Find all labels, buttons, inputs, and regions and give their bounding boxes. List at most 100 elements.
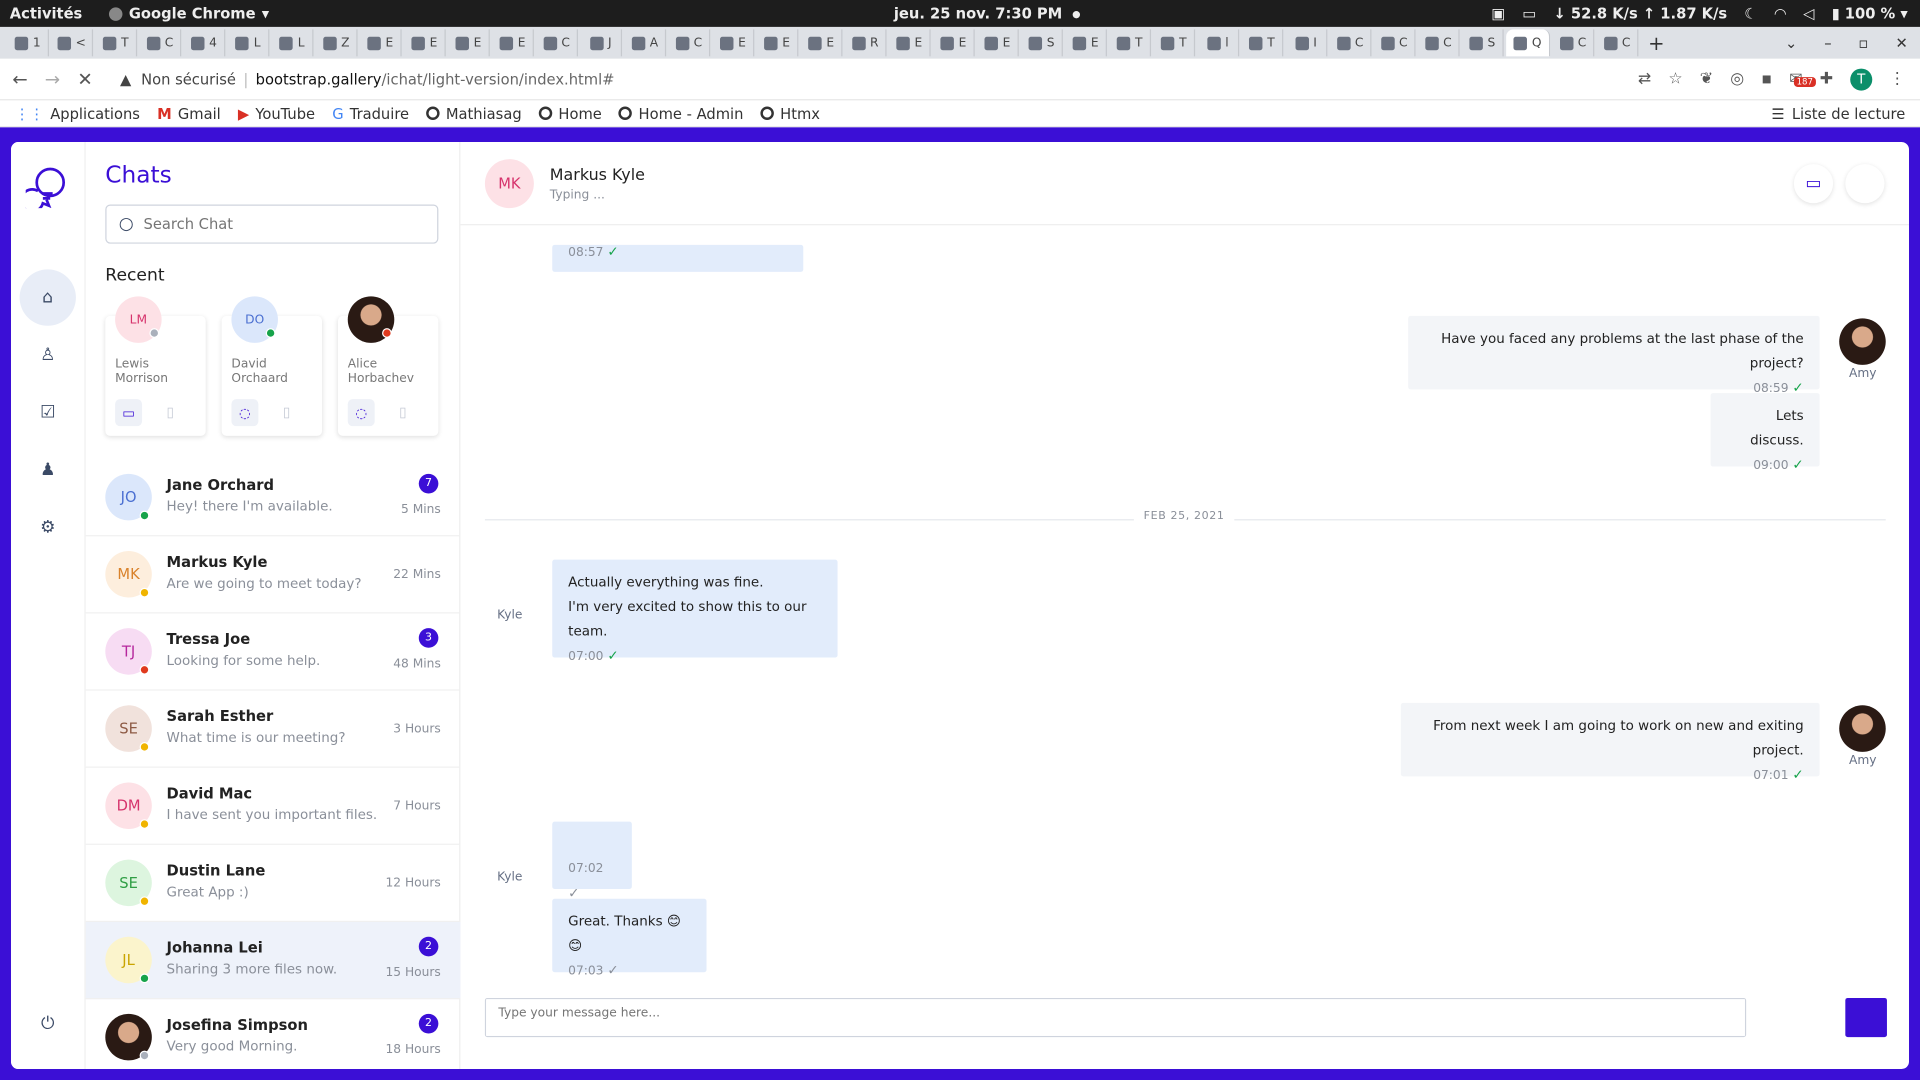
browser-tab[interactable]: C [1553, 29, 1595, 57]
bookmark-gmail[interactable]: M Gmail [157, 105, 221, 122]
search-box[interactable]: ○ [105, 204, 439, 244]
browser-tab[interactable]: < [51, 29, 94, 57]
video-call-button[interactable]: ▭ [115, 399, 143, 427]
extension-icon[interactable]: ▪ [1761, 70, 1772, 88]
browser-tab[interactable]: C [1374, 29, 1416, 57]
browser-tab[interactable]: S [1462, 29, 1504, 57]
bookmark-apps[interactable]: ⋮⋮ Applications [15, 105, 140, 122]
settings-nav-button[interactable]: ⚙ [20, 500, 76, 556]
bookmark-star-icon[interactable]: ☆ [1668, 70, 1682, 88]
tasks-nav-button[interactable]: ☑ [20, 384, 76, 440]
message-button[interactable]: ◌ [347, 399, 375, 427]
browser-tab[interactable]: E [801, 29, 843, 57]
message-input[interactable] [486, 999, 1745, 1036]
recent-card[interactable]: Alice Horbachev ◌ ▯ [337, 296, 439, 436]
puzzle-icon[interactable]: ✚ [1820, 70, 1833, 88]
browser-tab[interactable]: E [492, 29, 534, 57]
search-input[interactable] [143, 215, 413, 233]
browser-tab[interactable]: C [140, 29, 182, 57]
extension-icon[interactable]: ❦ [1700, 70, 1713, 88]
browser-tab[interactable]: E [889, 29, 931, 57]
chat-list-item[interactable]: DM David Mac I have sent you important fil… [85, 768, 461, 845]
bookmark-home-admin[interactable]: Home - Admin [618, 105, 743, 122]
browser-tab[interactable]: A [624, 29, 667, 57]
chat-list-item[interactable]: JL Johanna Lei Sharing 3 more files now. 15… [85, 922, 461, 1000]
chat-list-item[interactable]: Josefina Simpson Very good Morning. 18 Hou… [86, 999, 461, 1069]
browser-tab[interactable]: T [1153, 29, 1196, 57]
chat-list-item[interactable]: MK Markus Kyle Are we going to meet today?… [85, 536, 461, 614]
browser-tab[interactable]: 4 [184, 29, 226, 57]
bookmark-youtube[interactable]: ▶ YouTube [238, 105, 315, 122]
back-button[interactable]: ← [12, 68, 27, 90]
forward-button[interactable]: → [45, 68, 60, 90]
browser-tab[interactable]: T [96, 29, 138, 57]
more-options-button[interactable] [1845, 164, 1884, 203]
translate-icon[interactable]: ⇄ [1638, 70, 1651, 88]
home-nav-button[interactable]: ⌂ [19, 269, 76, 326]
browser-tab[interactable]: E [1065, 29, 1107, 57]
chat-list-item[interactable]: SE Dustin Lane Great App :) 12 Hours [85, 845, 461, 923]
delete-button[interactable]: ▯ [399, 404, 406, 420]
app-menu[interactable]: Google Chrome ▾ [109, 5, 269, 22]
browser-tab[interactable]: E [757, 29, 799, 57]
avatar[interactable] [1839, 318, 1886, 365]
groups-nav-button[interactable]: ♟ [20, 442, 76, 498]
close-window-button[interactable]: ✕ [1895, 34, 1907, 51]
send-button[interactable] [1845, 997, 1887, 1038]
browser-tab[interactable]: l [1198, 29, 1240, 57]
chat-list-item[interactable]: SE Sarah Esther What time is our meeting? 3… [85, 691, 461, 768]
avatar[interactable]: MK [484, 159, 534, 209]
browser-tab[interactable]: L [272, 29, 314, 57]
clock[interactable]: jeu. 25 nov. 7:30 PM [894, 5, 1080, 22]
profile-avatar[interactable]: T [1850, 67, 1873, 91]
browser-tab[interactable]: C [1418, 29, 1460, 57]
recent-card[interactable]: DO David Orchaard ◌ ▯ [221, 296, 323, 436]
activities-button[interactable]: Activités [10, 5, 82, 22]
delete-button[interactable]: ▯ [167, 404, 174, 420]
browser-tab[interactable]: Q [1506, 29, 1551, 57]
browser-tab[interactable]: T [1109, 29, 1152, 57]
browser-tab[interactable]: Z [316, 29, 358, 57]
browser-tab[interactable]: C [1330, 29, 1372, 57]
bookmark-translate[interactable]: G Traduire [332, 105, 409, 122]
chat-list-item[interactable]: TJ Tressa Joe Looking for some help. 48 Min… [85, 613, 461, 691]
browser-tab[interactable]: E [404, 29, 446, 57]
contacts-nav-button[interactable]: ♙ [20, 327, 76, 383]
bookmark-mathiasag[interactable]: Mathiasag [426, 105, 522, 122]
browser-tab[interactable]: E [713, 29, 755, 57]
security-label[interactable]: Non sécurisé [141, 71, 236, 88]
logout-button[interactable]: ⏻ [20, 996, 76, 1052]
extension-icon[interactable]: ◎ [1730, 70, 1744, 88]
bookmark-htmx[interactable]: Htmx [760, 105, 820, 122]
browser-tab[interactable]: R [845, 29, 887, 57]
avatar[interactable] [1839, 705, 1886, 752]
bookmark-home[interactable]: Home [538, 105, 602, 122]
browser-tab[interactable]: T [1242, 29, 1284, 57]
browser-tab[interactable]: C [1597, 29, 1639, 57]
chat-logo-icon[interactable] [19, 164, 70, 213]
chat-list-item[interactable]: JO Jane Orchard Hey! there I'm available. 5… [85, 459, 461, 537]
mail-extension-icon[interactable]: ✉187 [1789, 70, 1816, 88]
browser-tab[interactable]: L [228, 29, 270, 57]
recent-card[interactable]: LM Lewis Morrison ▭ ▯ [105, 296, 206, 436]
browser-tab[interactable]: E [448, 29, 490, 57]
browser-tab[interactable]: E [933, 29, 975, 57]
new-tab-button[interactable]: + [1648, 31, 1664, 54]
browser-tab[interactable]: J [580, 29, 623, 57]
tab-search-icon[interactable]: ⌄ [1785, 34, 1797, 51]
browser-tab[interactable]: I [1286, 29, 1328, 57]
maximize-button[interactable]: ▫ [1859, 34, 1869, 51]
browser-tab[interactable]: S [1021, 29, 1063, 57]
address-bar[interactable]: ▲ Non sécurisé | bootstrap.gallery/ichat… [110, 64, 1690, 96]
browser-tab[interactable]: 1 [7, 29, 49, 57]
browser-tab[interactable]: C [669, 29, 711, 57]
browser-tab[interactable]: E [977, 29, 1019, 57]
reading-list-button[interactable]: ☰ Liste de lecture [1771, 105, 1905, 122]
delete-button[interactable]: ▯ [283, 404, 290, 420]
browser-tab[interactable]: E [360, 29, 402, 57]
browser-tab[interactable]: C [536, 29, 578, 57]
video-call-button[interactable]: ▭ [1794, 164, 1833, 203]
stop-loading-button[interactable]: ✕ [77, 68, 92, 90]
message-compose-box[interactable] [484, 997, 1747, 1038]
menu-kebab-icon[interactable]: ⋮ [1889, 70, 1905, 88]
